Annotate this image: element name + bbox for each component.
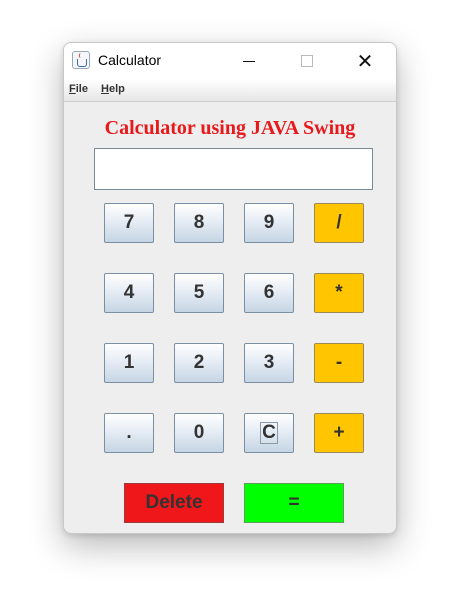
key-6[interactable]: 6 (244, 273, 294, 313)
minimize-icon (243, 60, 255, 62)
close-button[interactable]: ✕ (342, 43, 388, 79)
key-8[interactable]: 8 (174, 203, 224, 243)
decimal-point-button[interactable]: . (104, 413, 154, 453)
clear-label: C (260, 422, 278, 444)
key-4[interactable]: 4 (104, 273, 154, 313)
title-bar[interactable]: Calculator ✕ (64, 43, 396, 79)
key-5[interactable]: 5 (174, 273, 224, 313)
close-icon: ✕ (356, 49, 374, 73)
clear-button[interactable]: C (244, 413, 294, 453)
window-title: Calculator (98, 52, 162, 68)
multiply-button[interactable]: * (314, 273, 364, 313)
delete-button[interactable]: Delete (124, 483, 224, 523)
key-9[interactable]: 9 (244, 203, 294, 243)
menu-file[interactable]: File (69, 83, 88, 95)
key-2[interactable]: 2 (174, 343, 224, 383)
divide-button[interactable]: / (314, 203, 364, 243)
calculator-window: Calculator ✕ File Help Calculator using … (63, 42, 397, 534)
key-7[interactable]: 7 (104, 203, 154, 243)
key-1[interactable]: 1 (104, 343, 154, 383)
minimize-button[interactable] (226, 43, 272, 79)
equals-button[interactable]: = (244, 483, 344, 523)
java-cup-icon (72, 51, 90, 69)
maximize-icon (301, 55, 313, 67)
menu-help[interactable]: Help (101, 83, 125, 95)
key-3[interactable]: 3 (244, 343, 294, 383)
add-button[interactable]: + (314, 413, 364, 453)
page-title: Calculator using JAVA Swing (104, 117, 356, 139)
menu-bar: File Help (64, 79, 396, 102)
key-0[interactable]: 0 (174, 413, 224, 453)
display-field[interactable] (94, 148, 373, 190)
maximize-button[interactable] (284, 43, 330, 79)
subtract-button[interactable]: - (314, 343, 364, 383)
